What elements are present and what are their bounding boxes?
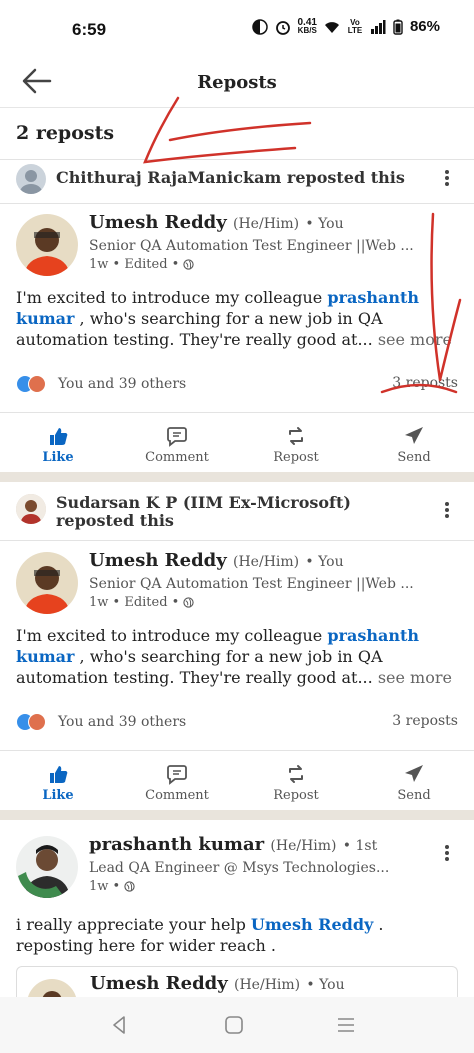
globe-icon (124, 881, 135, 892)
post-body[interactable]: i really appreciate your help Umesh Redd… (16, 914, 462, 956)
comment-icon (167, 427, 187, 447)
reaction-icons[interactable] (16, 375, 50, 393)
post-meta: 1w • Edited • (89, 257, 194, 272)
send-button[interactable]: Send (374, 425, 454, 465)
post-body[interactable]: I'm excited to introduce my colleague pr… (16, 625, 462, 688)
battery-icon (393, 19, 403, 35)
wifi-icon (324, 21, 339, 33)
feed-separator (0, 810, 474, 820)
repost-count-bar: 2 reposts (0, 108, 474, 160)
globe-icon (183, 259, 194, 270)
post-meta: 1w • (89, 879, 135, 894)
reposts-count[interactable]: 3 reposts (392, 375, 458, 391)
battery-percent: 86% (409, 18, 440, 35)
social-counts: You and 39 others 3 reposts (16, 375, 458, 397)
comment-button[interactable]: Comment (137, 425, 217, 465)
nav-home-icon[interactable] (222, 1013, 246, 1037)
quoted-author-name[interactable]: Umesh Reddy (He/Him) • You (90, 973, 345, 994)
avatar[interactable] (16, 214, 78, 276)
globe-icon (183, 597, 194, 608)
repost-button[interactable]: Repost (256, 425, 336, 465)
repost-count: 2 reposts (16, 122, 115, 144)
dnd-icon (251, 18, 268, 35)
status-time: 6:59 (72, 20, 107, 39)
reposter-line[interactable]: Chithuraj RajaManickam reposted this (16, 164, 405, 194)
divider (0, 750, 474, 751)
reposts-count[interactable]: 3 reposts (392, 713, 458, 729)
reaction-icons[interactable] (16, 713, 50, 731)
nav-back-icon[interactable] (108, 1013, 132, 1037)
feed-separator (0, 472, 474, 482)
author-headline: Senior QA Automation Test Engineer ||Web… (89, 238, 414, 254)
volte-label: Vo LTE (347, 17, 363, 35)
see-more-link[interactable]: see more (373, 668, 452, 687)
avatar[interactable] (16, 552, 78, 614)
reposter-text[interactable]: Chithuraj RajaManickam reposted this (56, 164, 405, 187)
mention-link[interactable]: Umesh Reddy (251, 915, 373, 934)
post-author[interactable]: Umesh Reddy (He/Him) • You Senior QA Aut… (16, 212, 456, 282)
network-speed: 0.41 KB/S (297, 16, 317, 35)
reposter-avatar[interactable] (16, 164, 46, 194)
status-bar: 6:59 0.41 KB/S Vo LTE 86% (0, 0, 474, 58)
send-button[interactable]: Send (374, 763, 454, 803)
author-name[interactable]: Umesh Reddy (He/Him) • You (89, 212, 344, 233)
social-counts: You and 39 others 3 reposts (16, 713, 458, 735)
page-title: Reposts (197, 72, 277, 93)
post-body[interactable]: I'm excited to introduce my colleague pr… (16, 287, 462, 350)
reposter-line[interactable]: Sudarsan K P (IIM Ex-Microsoft) reposted… (16, 494, 426, 530)
author-name[interactable]: prashanth kumar (He/Him) • 1st (89, 834, 377, 855)
repost-icon (289, 765, 303, 783)
like-button[interactable]: Like (18, 763, 98, 803)
comment-icon (167, 765, 187, 785)
comment-button[interactable]: Comment (137, 763, 217, 803)
page-header: Reposts (0, 58, 474, 108)
status-icons: 0.41 KB/S Vo LTE 86% (251, 16, 440, 35)
love-reaction-icon (28, 713, 46, 731)
thumbs-up-icon (50, 428, 68, 445)
divider (0, 203, 474, 204)
reactions-summary[interactable]: You and 39 others (58, 714, 186, 730)
send-icon (405, 765, 423, 782)
reposter-avatar[interactable] (16, 494, 46, 524)
repost-icon (289, 427, 303, 445)
like-button[interactable]: Like (18, 425, 98, 465)
reactions-summary[interactable]: You and 39 others (58, 376, 186, 392)
post-author[interactable]: prashanth kumar (He/Him) • 1st Lead QA E… (16, 834, 456, 904)
signal-icon (370, 19, 386, 34)
post-meta: 1w • Edited • (89, 595, 194, 610)
reposter-text[interactable]: Sudarsan K P (IIM Ex-Microsoft) reposted… (56, 494, 426, 530)
send-icon (405, 427, 423, 444)
author-headline: Senior QA Automation Test Engineer ||Web… (89, 576, 414, 592)
more-options-icon[interactable] (442, 168, 452, 188)
author-headline: Lead QA Engineer @ Msys Technologies... (89, 860, 390, 876)
post-author[interactable]: Umesh Reddy (He/Him) • You Senior QA Aut… (16, 550, 456, 620)
author-name[interactable]: Umesh Reddy (He/Him) • You (89, 550, 344, 571)
avatar[interactable] (16, 836, 78, 898)
repost-button[interactable]: Repost (256, 763, 336, 803)
divider (0, 540, 474, 541)
divider (0, 412, 474, 413)
more-options-icon[interactable] (442, 500, 452, 520)
see-more-link[interactable]: see more (373, 330, 452, 349)
love-reaction-icon (28, 375, 46, 393)
more-options-icon[interactable] (442, 843, 452, 863)
alarm-icon (275, 20, 290, 35)
system-nav-bar (0, 997, 474, 1053)
nav-recents-icon[interactable] (334, 1013, 358, 1037)
arrow-left-icon[interactable] (20, 64, 54, 98)
thumbs-up-icon (50, 766, 68, 783)
